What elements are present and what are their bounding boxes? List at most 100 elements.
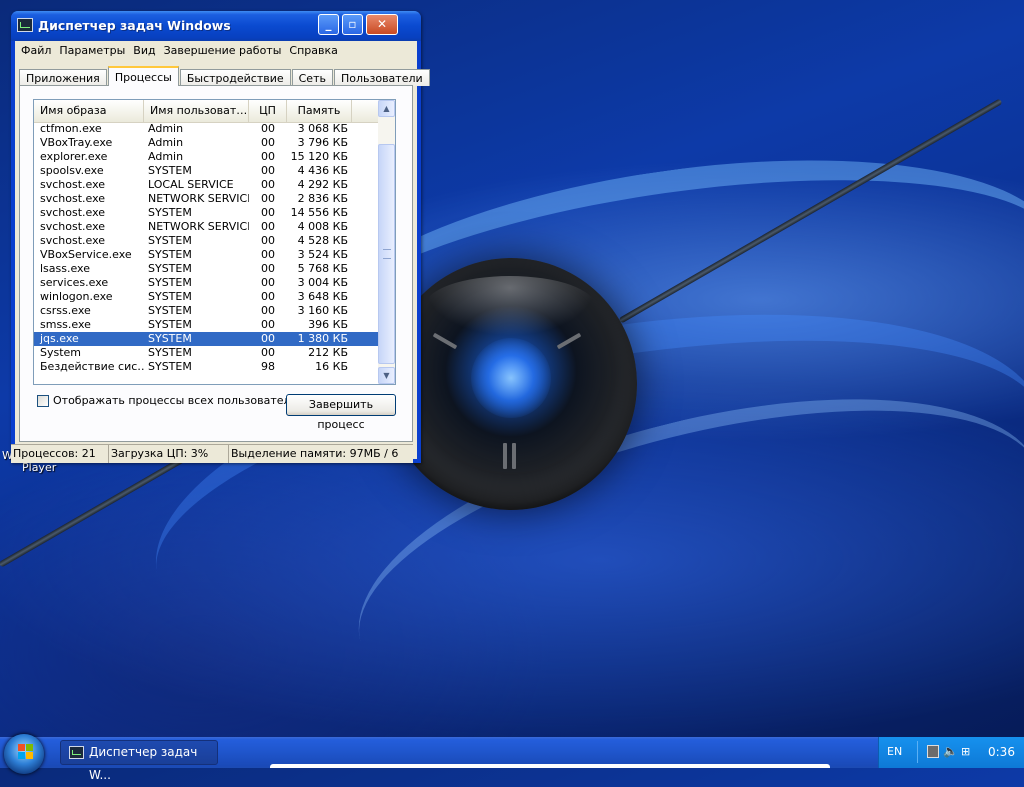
cell-image-name: Бездействие сис… [40, 360, 144, 373]
menu-options[interactable]: Параметры [55, 44, 129, 57]
table-row[interactable]: svchost.exe SYSTEM 00 14 556 КБ [34, 206, 378, 220]
network-icon[interactable]: ⊞ [961, 745, 973, 758]
cell-user-name: Admin [148, 136, 184, 149]
end-process-button[interactable]: Завершить процесс [286, 394, 396, 431]
show-all-users-checkbox[interactable] [37, 394, 49, 407]
language-indicator[interactable]: EN [887, 745, 902, 758]
cell-cpu: 00 [261, 304, 275, 317]
monitor-icon[interactable] [927, 745, 939, 758]
table-row[interactable]: ctfmon.exe Admin 00 3 068 КБ [34, 122, 378, 136]
cell-cpu: 00 [261, 318, 275, 331]
scroll-up-button[interactable]: ▲ [378, 100, 395, 117]
cell-cpu: 00 [261, 178, 275, 191]
cell-image-name: lsass.exe [40, 262, 90, 275]
cell-image-name: System [40, 346, 82, 359]
scroll-grip [383, 249, 391, 259]
table-row[interactable]: svchost.exe LOCAL SERVICE 00 4 292 КБ [34, 178, 378, 192]
column-memory[interactable]: Память [287, 100, 352, 122]
bottom-strip [270, 764, 830, 768]
show-all-users-option[interactable]: Отображать процессы всех пользователей [37, 394, 304, 407]
orb-slit-2 [512, 443, 516, 469]
table-row[interactable]: csrss.exe SYSTEM 00 3 160 КБ [34, 304, 378, 318]
cell-memory: 2 836 КБ [297, 192, 348, 205]
menu-shutdown[interactable]: Завершение работы [160, 44, 286, 57]
menu-view[interactable]: Вид [129, 44, 159, 57]
tab-users[interactable]: Пользователи [333, 69, 430, 86]
tab-strip: Приложения Процессы Быстродействие Сеть … [19, 66, 431, 86]
status-cpu-usage: Загрузка ЦП: 3% [109, 445, 229, 463]
table-row[interactable]: svchost.exe NETWORK SERVICE 00 4 008 КБ [34, 220, 378, 234]
cell-image-name: services.exe [40, 276, 109, 289]
tab-processes[interactable]: Процессы [107, 66, 179, 86]
cell-image-name: svchost.exe [40, 234, 106, 247]
column-filler [352, 100, 378, 122]
scroll-thumb[interactable] [378, 144, 395, 364]
table-row[interactable]: System SYSTEM 00 212 КБ [34, 346, 378, 360]
cell-user-name: SYSTEM [148, 290, 192, 303]
cell-memory: 3 160 КБ [297, 304, 348, 317]
cell-image-name: svchost.exe [40, 206, 106, 219]
wallpaper-cable-2 [618, 98, 1003, 324]
system-tray: EN 🔈 ⊞ 0:36 [878, 737, 1024, 768]
vertical-scrollbar[interactable]: ▲ ▼ [378, 100, 395, 384]
close-button[interactable]: ✕ [366, 14, 398, 35]
table-row[interactable]: services.exe SYSTEM 00 3 004 КБ [34, 276, 378, 290]
cell-cpu: 00 [261, 290, 275, 303]
clock[interactable]: 0:36 [988, 745, 1015, 759]
task-manager-icon [17, 18, 33, 32]
cell-cpu: 00 [261, 122, 275, 135]
process-list[interactable]: Имя образа Имя пользоват… ЦП Память ctfm… [33, 99, 396, 385]
table-row[interactable]: VBoxService.exe SYSTEM 00 3 524 КБ [34, 248, 378, 262]
cell-user-name: Admin [148, 122, 184, 135]
cell-user-name: SYSTEM [148, 304, 192, 317]
tab-networking[interactable]: Сеть [291, 69, 333, 86]
table-row[interactable]: svchost.exe NETWORK SERVICE 00 2 836 КБ [34, 192, 378, 206]
status-commit-charge: Выделение памяти: 97МБ / 6 [231, 447, 399, 460]
menu-file[interactable]: Файл [17, 44, 55, 57]
minimize-button[interactable]: _ [318, 14, 339, 35]
tab-performance[interactable]: Быстродействие [179, 69, 291, 86]
orb-glow [471, 338, 551, 418]
table-row[interactable]: VBoxTray.exe Admin 00 3 796 КБ [34, 136, 378, 150]
orb-slit-4 [556, 332, 582, 350]
cell-image-name: smss.exe [40, 318, 91, 331]
taskbar-task-manager-button[interactable]: Диспетчер задач W... [60, 740, 218, 782]
wallpaper-orb [385, 258, 637, 510]
column-user-name[interactable]: Имя пользоват… [144, 100, 249, 122]
speaker-icon[interactable]: 🔈 [943, 745, 958, 758]
table-row[interactable]: lsass.exe SYSTEM 00 5 768 КБ [34, 262, 378, 276]
column-cpu[interactable]: ЦП [249, 100, 287, 122]
cell-user-name: NETWORK SERVICE [148, 220, 249, 233]
status-process-count: Процессов: 21 [11, 445, 109, 463]
cell-memory: 4 528 КБ [297, 234, 348, 247]
table-row[interactable]: smss.exe SYSTEM 00 396 КБ [34, 318, 378, 332]
orb-slit-1 [503, 443, 507, 469]
cell-image-name: svchost.exe [40, 220, 106, 233]
cell-image-name: VBoxService.exe [40, 248, 132, 261]
cell-user-name: SYSTEM [148, 360, 192, 373]
table-row[interactable]: winlogon.exe SYSTEM 00 3 648 КБ [34, 290, 378, 304]
cell-user-name: LOCAL SERVICE [148, 178, 234, 191]
cell-memory: 4 292 КБ [297, 178, 348, 191]
maximize-button[interactable]: ▫ [342, 14, 363, 35]
table-row[interactable]: spoolsv.exe SYSTEM 00 4 436 КБ [34, 164, 378, 178]
scroll-down-button[interactable]: ▼ [378, 367, 395, 384]
cell-image-name: csrss.exe [40, 304, 91, 317]
table-row[interactable]: jqs.exe SYSTEM 00 1 380 КБ [34, 332, 378, 346]
cell-memory: 14 556 КБ [290, 206, 348, 219]
tab-applications[interactable]: Приложения [19, 69, 107, 86]
cell-user-name: NETWORK SERVICE [148, 192, 249, 205]
cell-memory: 3 524 КБ [297, 248, 348, 261]
table-row[interactable]: Бездействие сис… SYSTEM 98 16 КБ [34, 360, 378, 374]
table-row[interactable]: explorer.exe Admin 00 15 120 КБ [34, 150, 378, 164]
table-row[interactable]: svchost.exe SYSTEM 00 4 528 КБ [34, 234, 378, 248]
column-image-name[interactable]: Имя образа [34, 100, 144, 122]
cell-cpu: 00 [261, 332, 275, 345]
cell-memory: 3 068 КБ [297, 122, 348, 135]
start-button[interactable] [4, 734, 44, 774]
menu-help[interactable]: Справка [285, 44, 341, 57]
cell-user-name: SYSTEM [148, 164, 192, 177]
cell-memory: 1 380 КБ [297, 332, 348, 345]
title-bar[interactable]: Диспетчер задач Windows _ ▫ ✕ [11, 11, 421, 41]
cell-image-name: winlogon.exe [40, 290, 113, 303]
